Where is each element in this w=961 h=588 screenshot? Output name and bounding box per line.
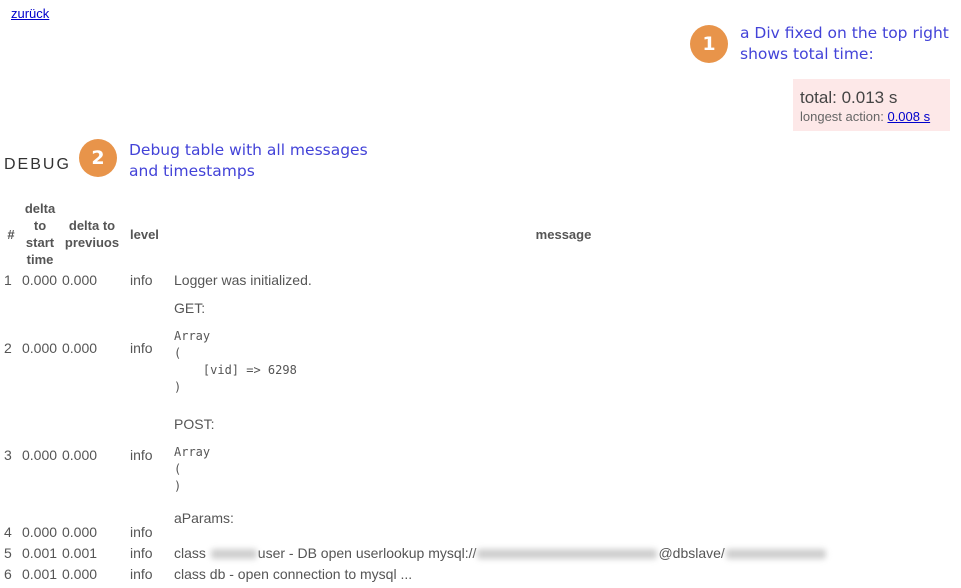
row-delta-prev: 0.000 [62, 524, 98, 540]
total-time-panel: total: 0.013 s longest action: 0.008 s [793, 79, 950, 131]
row-message-part: class [174, 544, 210, 561]
row-message-part: user - DB open userlookup mysql:// [257, 544, 477, 561]
row-message: GET: Array ( [vid] => 6298 ) [168, 290, 955, 406]
header-delta-prev: delta to previuos [64, 218, 120, 250]
row-num: 2 [4, 340, 12, 356]
row-delta-prev: 0.000 [62, 272, 98, 288]
back-link[interactable]: zurück [11, 6, 49, 21]
row-message: class user - DB open userlookup mysql://… [168, 542, 955, 563]
row-delta-prev: 0.000 [62, 565, 98, 582]
total-time: total: 0.013 s [800, 88, 898, 107]
row-message: class db - open connection to mysql ... [174, 565, 413, 582]
row-num: 4 [4, 524, 12, 540]
table-row: 5 0.001 0.001 info class user - DB open … [0, 542, 955, 563]
row-message-array: Array ( [vid] => 6298 ) [174, 329, 297, 394]
debug-title: DEBUG [4, 156, 71, 173]
row-level: info [130, 447, 153, 463]
row-message-label: GET: [174, 300, 206, 316]
row-message-label: POST: [174, 415, 215, 432]
row-delta-start: 0.000 [22, 340, 58, 356]
table-row: 6 0.001 0.000 info class db - open conne… [0, 563, 955, 584]
debug-table-header: # delta to start time delta to previuos … [0, 198, 955, 270]
callout-2-text: Debug table with all messages and timest… [129, 140, 368, 182]
redacted-text [210, 548, 257, 559]
header-message: message [535, 226, 592, 242]
row-level: info [130, 272, 153, 288]
table-row: 2 0.000 0.000 info GET: Array ( [vid] =>… [0, 290, 955, 406]
row-num: 5 [4, 544, 12, 561]
row-message-part: @dbslave/ [658, 544, 725, 561]
header-level: level [130, 226, 159, 242]
row-level: info [130, 340, 153, 356]
row-delta-prev: 0.000 [62, 447, 98, 463]
header-delta-start: delta to start time [24, 201, 56, 267]
table-row: 4 0.000 0.000 info aParams: [0, 504, 955, 542]
callout-2-badge: 2 [79, 139, 117, 177]
row-level: info [130, 524, 153, 540]
row-num: 3 [4, 447, 12, 463]
callout-1-text: a Div fixed on the top right shows total… [740, 23, 949, 65]
longest-action-link[interactable]: 0.008 s [887, 109, 930, 124]
callout-2-line-2: and timestamps [129, 162, 255, 180]
debug-table: # delta to start time delta to previuos … [0, 198, 955, 584]
row-delta-start: 0.000 [22, 447, 58, 463]
row-level: info [130, 544, 153, 561]
row-level: info [130, 565, 153, 582]
callout-1-line-2: shows total time: [740, 45, 874, 63]
row-delta-start: 0.001 [22, 565, 58, 582]
row-num: 6 [4, 565, 12, 582]
row-message: aParams: [174, 510, 234, 526]
callout-2-line-1: Debug table with all messages [129, 141, 368, 159]
header-num: # [7, 226, 15, 242]
longest-action-label: longest action: [800, 109, 884, 124]
page: zurück 1 a Div fixed on the top right sh… [0, 0, 961, 588]
row-delta-start: 0.001 [22, 544, 58, 561]
row-message: Logger was initialized. [174, 272, 312, 288]
row-message: POST: Array ( ) [168, 406, 955, 504]
callout-1-line-1: a Div fixed on the top right [740, 24, 949, 42]
row-delta-prev: 0.000 [62, 340, 98, 356]
row-message-array: Array ( ) [174, 444, 211, 493]
table-row: 3 0.000 0.000 info POST: Array ( ) [0, 406, 955, 504]
row-num: 1 [4, 272, 12, 288]
redacted-text [477, 548, 658, 559]
callout-1-badge: 1 [690, 25, 728, 63]
row-delta-start: 0.000 [22, 272, 58, 288]
redacted-text [725, 548, 826, 559]
table-row: 1 0.000 0.000 info Logger was initialize… [0, 270, 955, 290]
row-delta-prev: 0.001 [62, 544, 98, 561]
longest-action: longest action: 0.008 s [800, 109, 950, 125]
row-delta-start: 0.000 [22, 524, 58, 540]
